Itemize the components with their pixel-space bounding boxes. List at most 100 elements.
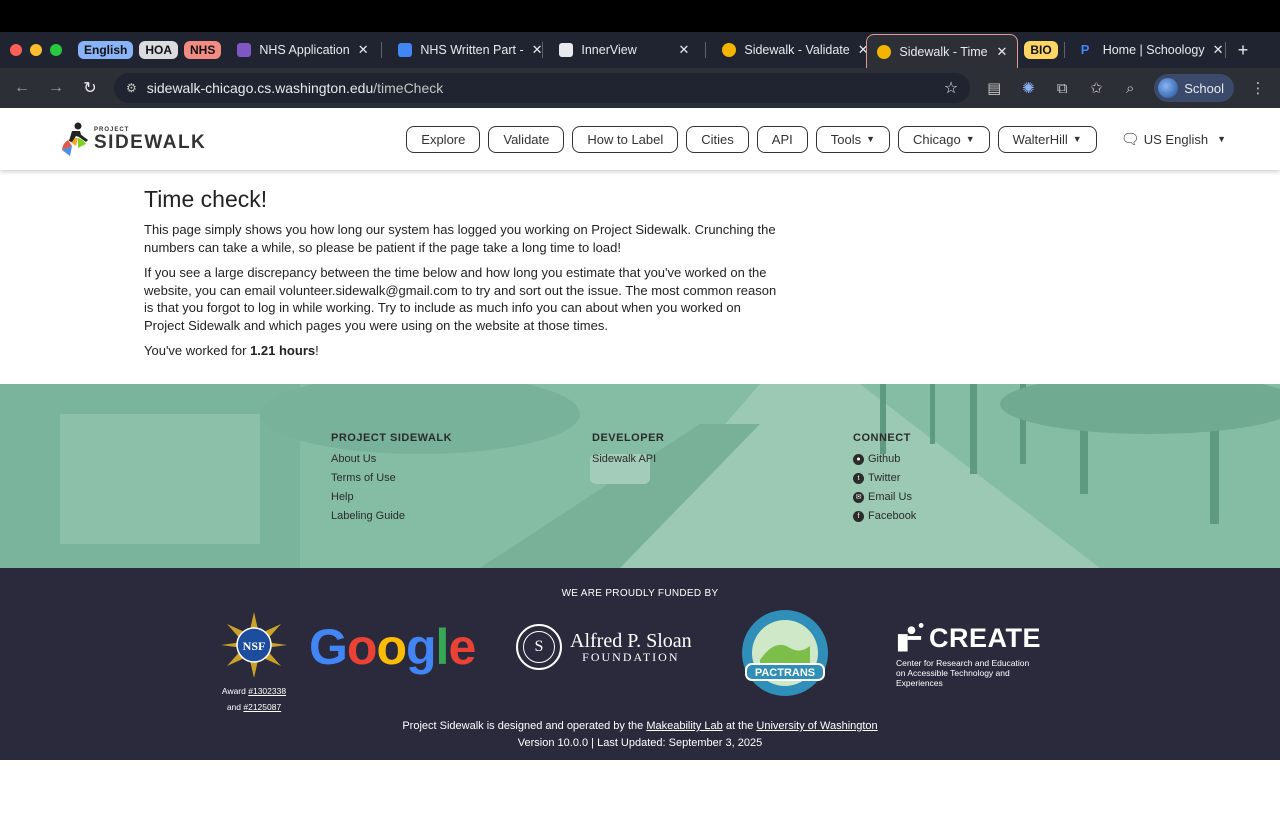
sidewalk-icon [722,43,737,57]
terms-of-use-link[interactable]: Terms of Use [331,469,592,488]
bookmark-star-icon[interactable]: ☆ [944,78,958,98]
uw-link[interactable]: University of Washington [756,720,877,732]
about-us-link[interactable]: About Us [331,450,592,469]
nsf-text: NSF [243,639,266,653]
close-window-button[interactable] [10,44,22,56]
nav-user-dropdown[interactable]: WalterHill ▼ [997,125,1097,153]
nav-label: Cities [701,131,734,147]
discrepancy-paragraph: If you see a large discrepancy between t… [144,265,777,333]
back-icon[interactable]: ← [12,79,32,97]
schoology-icon: P [1080,42,1090,57]
footer-links-section: PROJECT SIDEWALK About Us Terms of Use H… [0,384,1280,568]
tab-innerview[interactable]: InnerView ✕ [549,36,699,64]
nsf-logo[interactable]: NSF Award #1302338 and #2125087 [218,612,290,715]
create-logo[interactable]: CREATE Center for Research and Education… [896,622,1041,688]
labeling-guide-link[interactable]: Labeling Guide [331,507,592,526]
nav-cities-button[interactable]: Cities [686,125,749,153]
sloan-foundation-logo[interactable]: S Alfred P. Sloan FOUNDATION [516,624,692,670]
nav-label: Tools [830,131,862,147]
email-link[interactable]: ✉ Email Us [853,488,1114,507]
tab-nhs-written-part[interactable]: NHS Written Part - ✕ [388,36,543,64]
nsf-seal-icon: NSF [221,612,287,678]
makeability-lab-link[interactable]: Makeability Lab [646,720,722,732]
nav-api-button[interactable]: API [756,125,808,153]
footer-col-connect: CONNECT ● Github t Twitter ✉ Email Us f Face… [853,432,1114,526]
twitter-link[interactable]: t Twitter [853,469,1114,488]
tab-schoology[interactable]: P Home | Schoology ✕ [1071,36,1224,64]
tab-group-nhs[interactable]: NHS [184,41,222,59]
main-content: Time check! This page simply shows you h… [0,170,1280,384]
award-and: and [226,702,244,712]
create-subtitle: Center for Research and Education on Acc… [896,658,1030,688]
nav-how-to-label-button[interactable]: How to Label [572,125,679,153]
worked-prefix: You've worked for [144,343,251,358]
close-tab-icon[interactable]: ✕ [532,42,543,58]
bookmarks-icon[interactable]: ✩ [1086,79,1106,97]
project-sidewalk-logo[interactable]: PROJECT SIDEWALK [58,122,206,156]
tab-separator [381,42,383,58]
footer-col-project: PROJECT SIDEWALK About Us Terms of Use H… [331,432,592,526]
language-dropdown[interactable]: 🗨 US English ▼ [1121,130,1226,148]
extension-gear-icon[interactable]: ✺ [1018,79,1038,97]
tab-title: NHS Application [259,43,350,57]
reading-mode-icon[interactable]: ▤ [984,79,1004,97]
caret-down-icon: ▼ [866,134,876,144]
tab-group-english[interactable]: English [78,41,134,59]
footer-heading: PROJECT SIDEWALK [331,432,453,444]
caret-down-icon: ▼ [1217,134,1226,144]
close-tab-icon[interactable]: ✕ [1213,42,1224,58]
github-icon: ● [853,454,864,465]
footer-heading: DEVELOPER [592,432,665,444]
nav-explore-button[interactable]: Explore [406,125,481,153]
footer-col-developer: DEVELOPER Sidewalk API [592,432,853,526]
link-label: Email Us [868,491,913,503]
nav-tools-dropdown[interactable]: Tools ▼ [815,125,891,153]
close-tab-icon[interactable]: ✕ [678,42,689,58]
forward-icon[interactable]: → [46,79,66,97]
logo-big-text: SIDEWALK [94,131,207,153]
worked-suffix: ! [315,343,319,358]
tab-group-bio[interactable]: BIO [1024,41,1058,59]
nav-city-dropdown[interactable]: Chicago ▼ [898,125,990,153]
profile-label: School [1184,80,1224,96]
tab-title: Sidewalk - Validate [744,43,850,57]
caret-down-icon: ▼ [965,134,975,144]
nav-validate-button[interactable]: Validate [488,125,565,153]
pactrans-logo[interactable]: PACTRANS [740,608,830,698]
sponsor-logos: NSF Award #1302338 and #2125087 Google S… [0,608,1280,712]
email-icon: ✉ [853,492,864,503]
funders-section: WE ARE PROUDLY FUNDED BY NSF Award #1302… [0,568,1280,760]
sidewalk-api-link[interactable]: Sidewalk API [592,450,853,469]
new-tab-button[interactable]: + [1238,40,1249,61]
tab-sidewalk-validate[interactable]: Sidewalk - Validate ✕ [712,36,869,64]
create-word: CREATE [928,623,1041,653]
link-label: Github [868,453,901,465]
address-bar[interactable]: ⚙ sidewalk-chicago.cs.washington.edu/tim… [114,73,971,103]
extensions-puzzle-icon[interactable]: ⧉ [1052,80,1072,97]
award-link-2[interactable]: #2125087 [243,702,281,712]
google-logo[interactable]: Google [309,618,476,676]
tab-group-hoa[interactable]: HOA [139,41,179,59]
maximize-window-button[interactable] [50,44,62,56]
nav-label: WalterHill [1012,131,1068,147]
site-settings-icon[interactable]: ⚙ [126,81,137,95]
worked-time-paragraph: You've worked for 1.21 hours! [144,342,784,360]
translate-icon: 🗨 [1120,131,1140,148]
close-tab-icon[interactable]: ✕ [358,42,369,58]
award-link-1[interactable]: #1302338 [248,686,286,696]
minimize-window-button[interactable] [30,44,42,56]
close-tab-icon[interactable]: ✕ [996,44,1007,60]
credits-mid: at the [722,720,757,732]
help-link[interactable]: Help [331,488,592,507]
tab-nhs-application[interactable]: NHS Application ✕ [227,36,375,64]
create-person-icon [897,622,924,652]
link-label: Facebook [868,510,917,522]
menu-kebab-icon[interactable]: ⋮ [1248,79,1268,97]
tab-search-icon[interactable]: ⌕ [1120,80,1140,97]
github-link[interactable]: ● Github [853,450,1114,469]
profile-button[interactable]: School [1154,74,1234,102]
reload-icon[interactable]: ↻ [80,78,100,98]
facebook-link[interactable]: f Facebook [853,507,1114,526]
tab-sidewalk-time-check[interactable]: Sidewalk - Time Ch ✕ [866,34,1019,68]
nav-label: Validate [503,131,550,147]
